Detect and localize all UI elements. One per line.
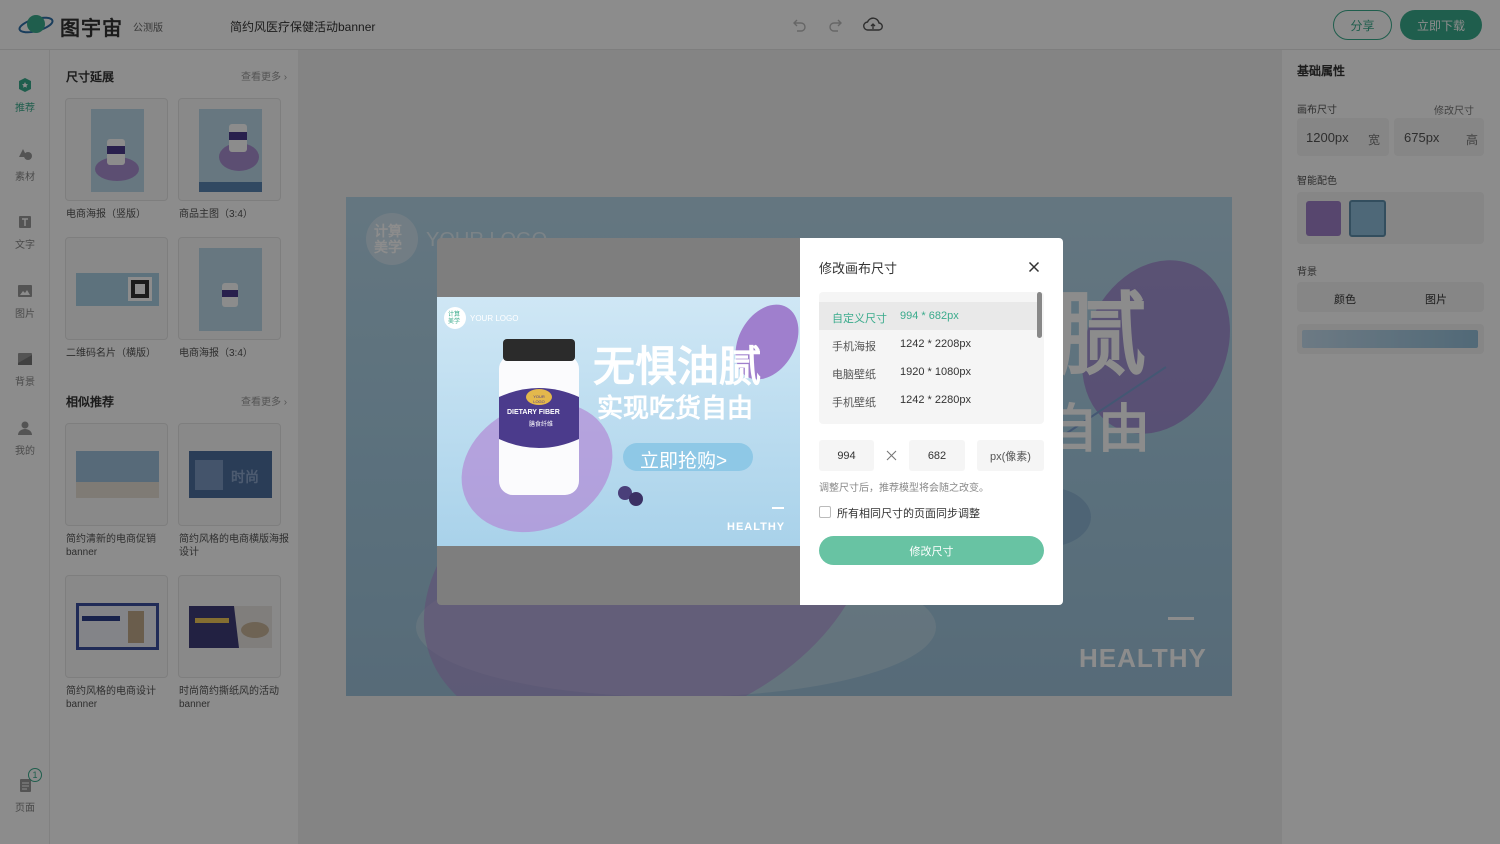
resize-preview: 计算美学 YOUR LOGO 无惧油腻 实现吃货自由 立即抢购> YOUR LO…: [437, 238, 800, 605]
preview-banner: 计算美学 YOUR LOGO 无惧油腻 实现吃货自由 立即抢购> YOUR LO…: [437, 297, 800, 546]
preset-name: 电脑壁纸: [832, 369, 876, 381]
preset-value: 1242 * 2280px: [900, 394, 971, 406]
dialog-title: 修改画布尺寸: [819, 261, 898, 276]
submit-resize-button[interactable]: 修改尺寸: [819, 536, 1044, 565]
preset-value: 994 * 682px: [900, 310, 959, 322]
times-icon: [886, 450, 897, 461]
preview-headline: 无惧油腻: [593, 343, 762, 390]
size-preset[interactable]: 电脑壁纸 1920 * 1080px: [819, 358, 1037, 386]
preset-value: 1920 * 1080px: [900, 366, 971, 378]
sync-checkbox[interactable]: [819, 506, 831, 518]
size-preset[interactable]: 自定义尺寸 994 * 682px: [819, 302, 1037, 330]
size-preset-list[interactable]: 自定义尺寸 994 * 682px 手机海报 1242 * 2208px 电脑壁…: [819, 292, 1044, 424]
preset-name: 手机壁纸: [832, 397, 876, 409]
sync-label[interactable]: 所有相同尺寸的页面同步调整: [837, 505, 980, 521]
resize-hint: 调整尺寸后，推荐模型将会随之改变。: [819, 483, 989, 494]
preview-product-cn: 膳食纤维: [529, 422, 554, 428]
preset-name: 自定义尺寸: [832, 313, 887, 325]
unit-select[interactable]: px(像素): [977, 440, 1044, 471]
preview-logo-text: 计算美学: [448, 312, 461, 325]
preview-healthy: HEALTHY: [727, 521, 786, 533]
preview-subline: 实现吃货自由: [597, 393, 754, 423]
size-preset[interactable]: 手机壁纸 1242 * 2280px: [819, 386, 1037, 414]
preview-cta: 立即抢购>: [640, 451, 728, 472]
width-input[interactable]: 994: [819, 440, 874, 471]
resize-dialog: 修改画布尺寸 自定义尺寸 994 * 682px 手机海报 1242 * 220…: [800, 238, 1063, 605]
preview-product-name: DIETARY FIBER: [507, 409, 560, 416]
list-scrollbar[interactable]: [1037, 292, 1042, 338]
size-preset[interactable]: 手机海报 1242 * 2208px: [819, 330, 1037, 358]
preview-your-logo: YOUR LOGO: [470, 314, 519, 323]
close-icon[interactable]: [1026, 259, 1042, 275]
preset-value: 1242 * 2208px: [900, 338, 971, 350]
preview-brand-small: YOUR LOGO: [533, 394, 545, 404]
height-input[interactable]: 682: [909, 440, 965, 471]
preset-name: 手机海报: [832, 341, 876, 353]
